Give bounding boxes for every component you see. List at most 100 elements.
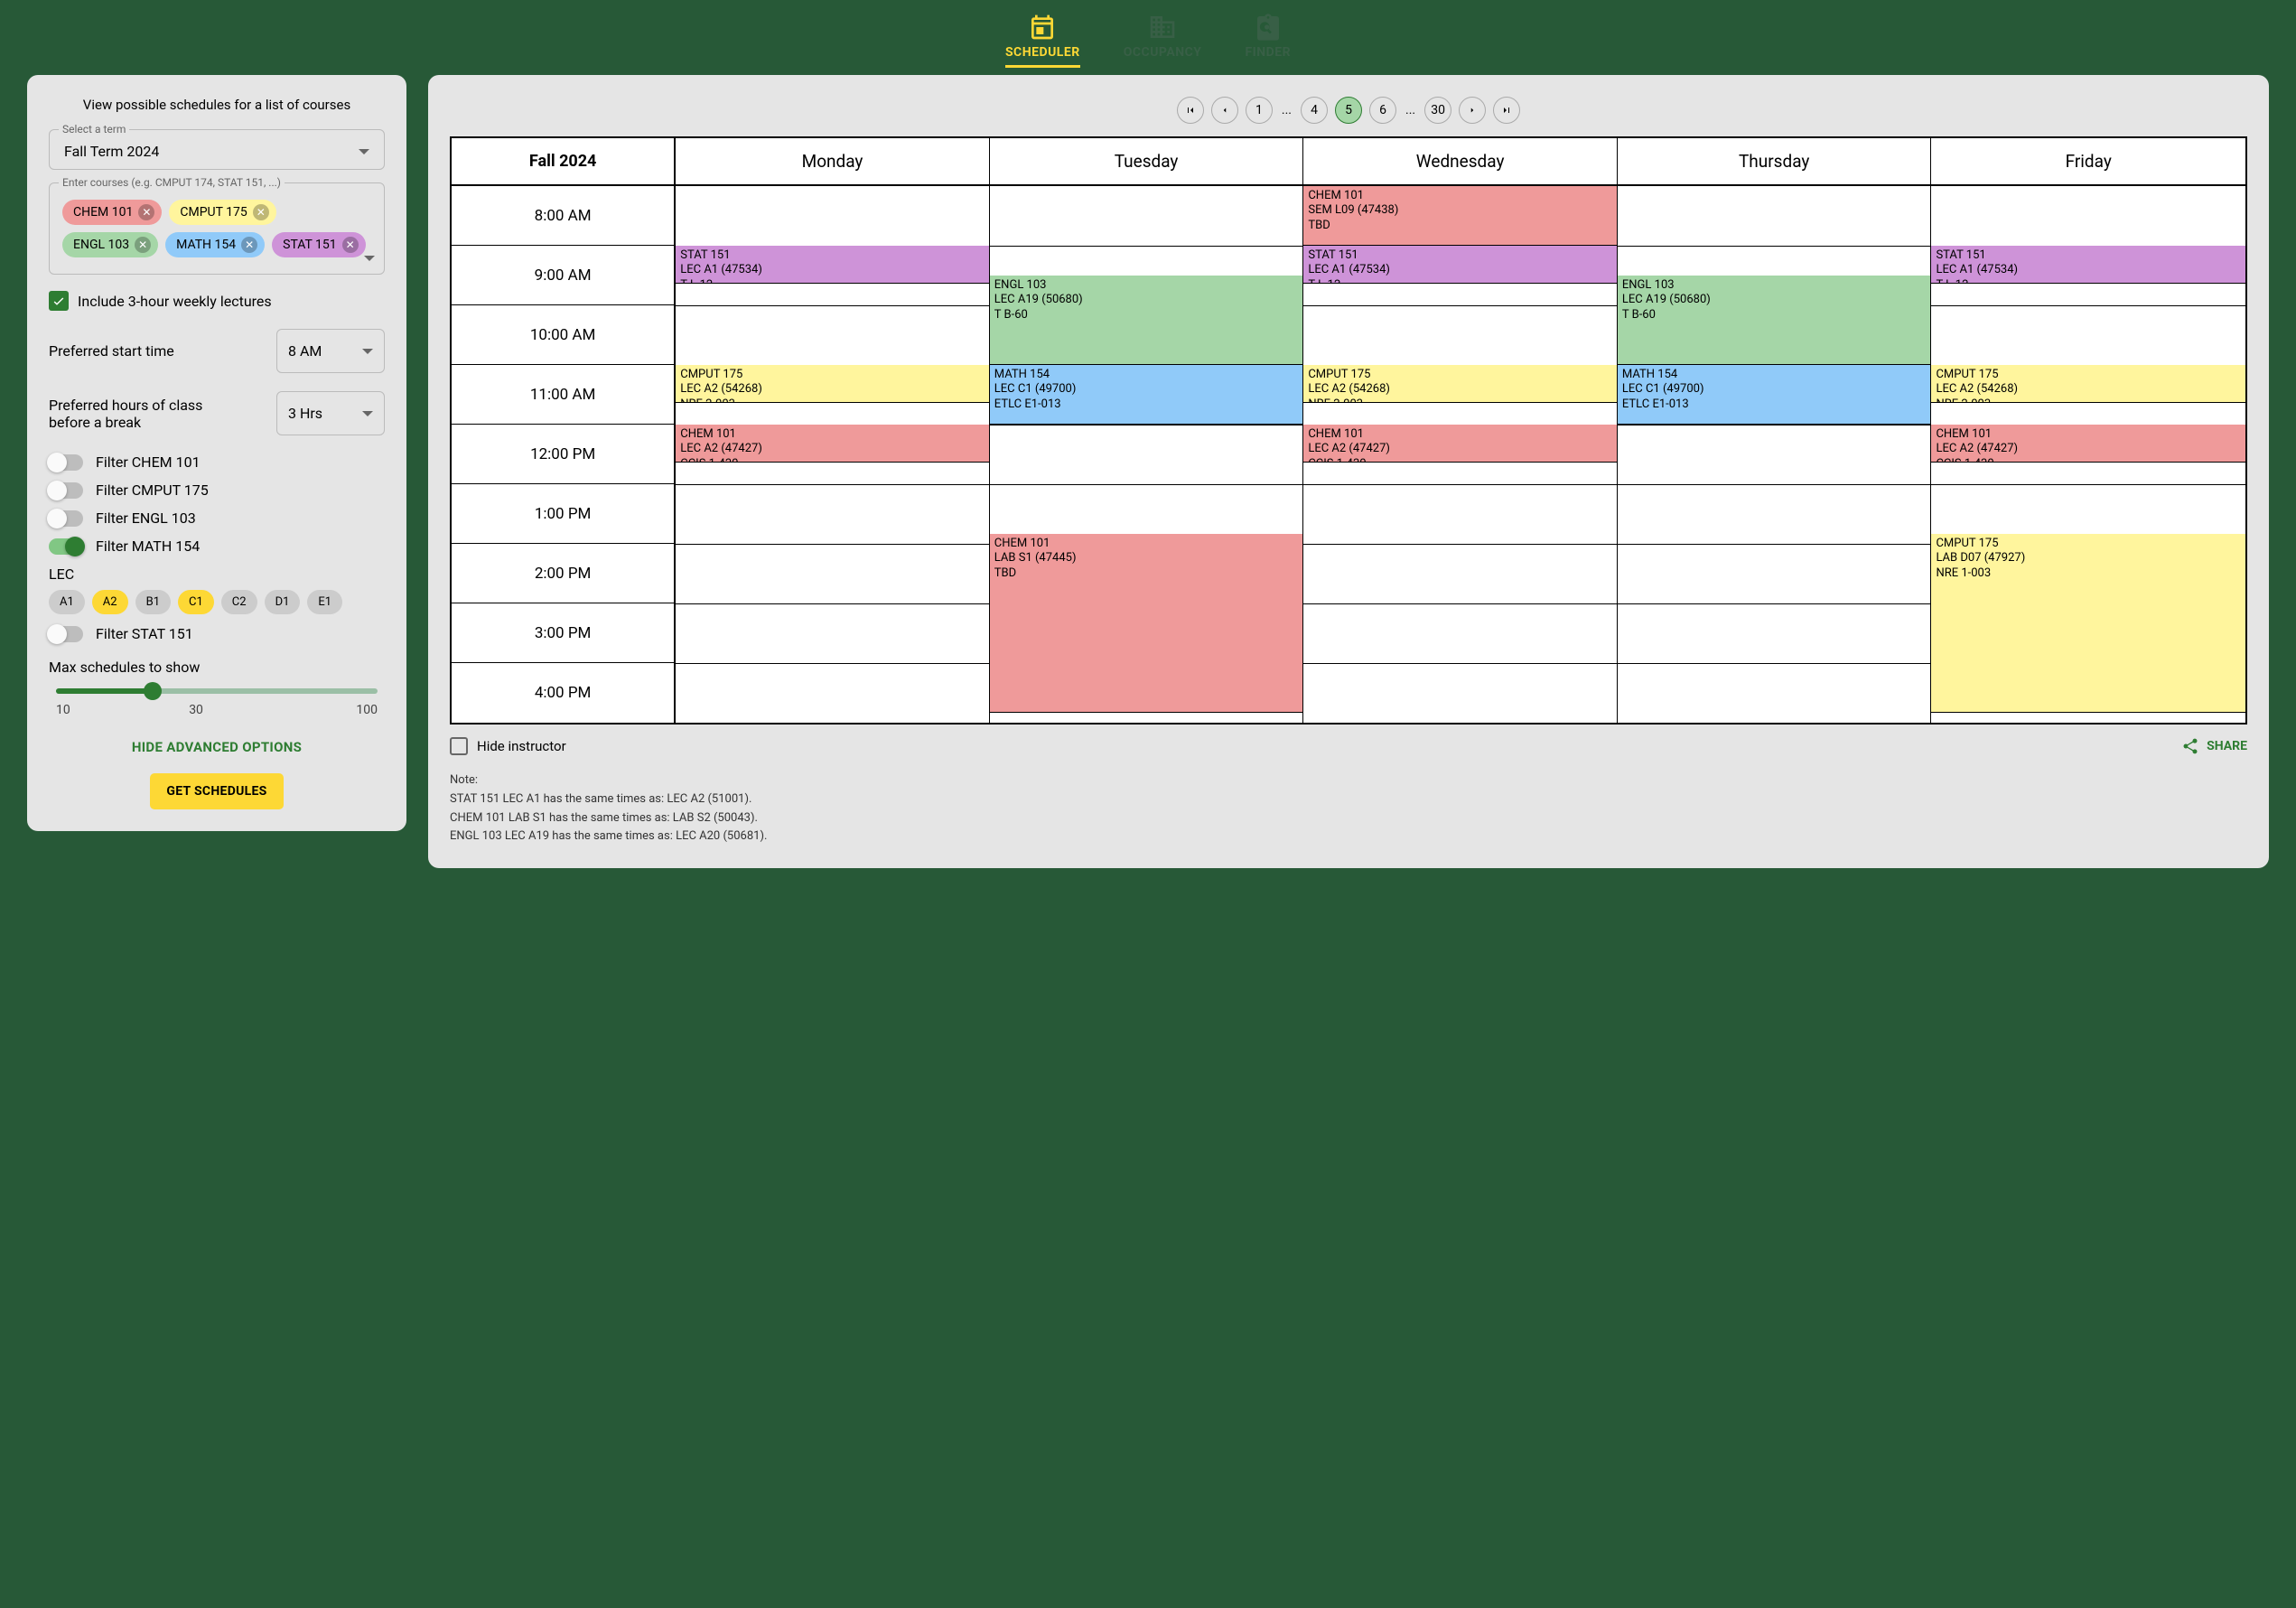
lec-chip[interactable]: B1 — [135, 590, 171, 614]
filter-toggle[interactable] — [49, 482, 83, 499]
pager-page[interactable]: 6 — [1369, 97, 1396, 124]
day-header: Wednesday — [1303, 138, 1618, 184]
day-column: CHEM 101SEM L09 (47438)TBDSTAT 151LEC A1… — [1303, 186, 1618, 723]
first-page-icon — [1185, 105, 1196, 116]
calendar-event[interactable]: CHEM 101LEC A2 (47427)CCIS 1-430 — [676, 425, 989, 463]
pager-page-active[interactable]: 5 — [1335, 97, 1362, 124]
pager-page[interactable]: 1 — [1246, 97, 1273, 124]
calendar-event[interactable]: STAT 151LEC A1 (47534)T L-12 — [1931, 246, 2245, 284]
max-schedules-slider[interactable] — [56, 688, 378, 694]
chip-remove-icon[interactable]: ✕ — [138, 204, 154, 220]
chip-remove-icon[interactable]: ✕ — [342, 237, 359, 253]
pager-page[interactable]: 4 — [1301, 97, 1328, 124]
day-header: Monday — [676, 138, 990, 184]
time-label: 11:00 AM — [452, 365, 674, 425]
chip-remove-icon[interactable]: ✕ — [253, 204, 269, 220]
term-select[interactable]: Select a term Fall Term 2024 — [49, 129, 385, 170]
building-icon — [1148, 13, 1177, 42]
day-header: Friday — [1931, 138, 2245, 184]
slider-thumb[interactable] — [144, 682, 162, 700]
calendar-event[interactable]: CMPUT 175LAB D07 (47927)NRE 1-003 — [1931, 534, 2245, 713]
calendar-event[interactable]: MATH 154LEC C1 (49700)ETLC E1-013 — [1618, 365, 1931, 425]
check-icon — [51, 294, 66, 308]
lec-chip[interactable]: D1 — [265, 590, 301, 614]
last-page-icon — [1501, 105, 1512, 116]
chevron-down-icon — [362, 349, 373, 354]
time-label: 1:00 PM — [452, 484, 674, 544]
time-label: 10:00 AM — [452, 305, 674, 365]
nav-finder[interactable]: FINDER — [1245, 13, 1291, 68]
share-icon — [2181, 737, 2199, 755]
share-button[interactable]: SHARE — [2181, 737, 2247, 755]
pager: 1 ... 4 5 6 ... 30 — [450, 97, 2247, 124]
calendar-event[interactable]: CHEM 101LEC A2 (47427)CCIS 1-430 — [1931, 425, 2245, 463]
calendar-event[interactable]: CMPUT 175LEC A2 (54268)NRE 2-003 — [1303, 365, 1617, 403]
day-header: Tuesday — [990, 138, 1304, 184]
day-column: ENGL 103LEC A19 (50680)T B-60MATH 154LEC… — [990, 186, 1304, 723]
calendar-event[interactable]: CHEM 101LEC A2 (47427)CCIS 1-430 — [1303, 425, 1617, 463]
lec-chip[interactable]: A2 — [92, 590, 128, 614]
hide-instructor-checkbox[interactable] — [450, 737, 468, 755]
day-header: Thursday — [1618, 138, 1932, 184]
chevron-down-icon — [362, 411, 373, 416]
time-label: 12:00 PM — [452, 425, 674, 484]
time-label: 9:00 AM — [452, 246, 674, 305]
lec-chip[interactable]: E1 — [307, 590, 342, 614]
lec-chip[interactable]: C2 — [221, 590, 257, 614]
courses-input[interactable]: Enter courses (e.g. CMPUT 174, STAT 151,… — [49, 182, 385, 275]
chip-remove-icon[interactable]: ✕ — [241, 237, 257, 253]
filter-toggle[interactable] — [49, 454, 83, 471]
time-label: 8:00 AM — [452, 186, 674, 246]
calendar-icon — [1028, 13, 1057, 42]
chevron-right-icon — [1468, 106, 1477, 115]
course-chip[interactable]: ENGL 103✕ — [62, 232, 158, 257]
pager-first[interactable] — [1177, 97, 1204, 124]
chip-remove-icon[interactable]: ✕ — [135, 237, 151, 253]
day-column: STAT 151LEC A1 (47534)T L-12 CMPUT 175LEC… — [1931, 186, 2245, 723]
include-3hr-checkbox[interactable] — [49, 291, 69, 311]
pager-page[interactable]: 30 — [1424, 97, 1451, 124]
chevron-left-icon — [1220, 106, 1229, 115]
course-chip[interactable]: CMPUT 175✕ — [169, 200, 275, 225]
nav-scheduler[interactable]: SCHEDULER — [1005, 13, 1080, 68]
term-cell: Fall 2024 — [452, 138, 676, 184]
lec-chip[interactable]: A1 — [49, 590, 85, 614]
pref-break-select[interactable]: 3 Hrs — [276, 391, 385, 435]
options-panel: View possible schedules for a list of co… — [27, 75, 406, 831]
get-schedules-button[interactable]: GET SCHEDULES — [150, 773, 283, 809]
nav-occupancy[interactable]: OCCUPANCY — [1124, 13, 1202, 68]
filter-toggle[interactable] — [49, 510, 83, 527]
chevron-down-icon — [364, 256, 375, 261]
calendar: Fall 2024 Monday Tuesday Wednesday Thurs… — [450, 136, 2247, 725]
calendar-event[interactable]: CMPUT 175LEC A2 (54268)NRE 2-003 — [676, 365, 989, 403]
calendar-event[interactable]: CHEM 101LAB S1 (47445)TBD — [990, 534, 1303, 713]
calendar-event[interactable]: STAT 151LEC A1 (47534)T L-12 — [1303, 246, 1617, 284]
top-nav: SCHEDULER OCCUPANCY FINDER — [27, 11, 2269, 75]
hide-advanced-link[interactable]: HIDE ADVANCED OPTIONS — [49, 739, 385, 755]
schedule-panel: 1 ... 4 5 6 ... 30 Fall 2024 Monday Tues… — [428, 75, 2269, 868]
time-label: 4:00 PM — [452, 663, 674, 723]
time-label: 3:00 PM — [452, 603, 674, 663]
time-label: 2:00 PM — [452, 544, 674, 603]
calendar-event[interactable]: CMPUT 175LEC A2 (54268)NRE 2-003 — [1931, 365, 2245, 403]
day-column: STAT 151LEC A1 (47534)T L-12 CMPUT 175LEC… — [676, 186, 990, 723]
calendar-event[interactable]: CHEM 101SEM L09 (47438)TBD — [1303, 186, 1617, 246]
lec-chip[interactable]: C1 — [178, 590, 214, 614]
course-chip[interactable]: CHEM 101✕ — [62, 200, 162, 225]
panel-title: View possible schedules for a list of co… — [49, 97, 385, 113]
pager-next[interactable] — [1459, 97, 1486, 124]
chevron-down-icon — [359, 149, 369, 154]
calendar-event[interactable]: MATH 154LEC C1 (49700)ETLC E1-013 — [990, 365, 1303, 425]
filter-toggle[interactable] — [49, 538, 83, 555]
filter-toggle[interactable] — [49, 626, 83, 642]
pager-last[interactable] — [1493, 97, 1520, 124]
calendar-event[interactable]: STAT 151LEC A1 (47534)T L-12 — [676, 246, 989, 284]
pref-start-select[interactable]: 8 AM — [276, 329, 385, 373]
course-chip[interactable]: STAT 151✕ — [272, 232, 366, 257]
calendar-event[interactable]: ENGL 103LEC A19 (50680)T B-60 — [1618, 276, 1931, 365]
pager-prev[interactable] — [1211, 97, 1238, 124]
calendar-event[interactable]: ENGL 103LEC A19 (50680)T B-60 — [990, 276, 1303, 365]
course-chip[interactable]: MATH 154✕ — [165, 232, 265, 257]
clipboard-search-icon — [1254, 13, 1283, 42]
day-column: ENGL 103LEC A19 (50680)T B-60MATH 154LEC… — [1618, 186, 1932, 723]
